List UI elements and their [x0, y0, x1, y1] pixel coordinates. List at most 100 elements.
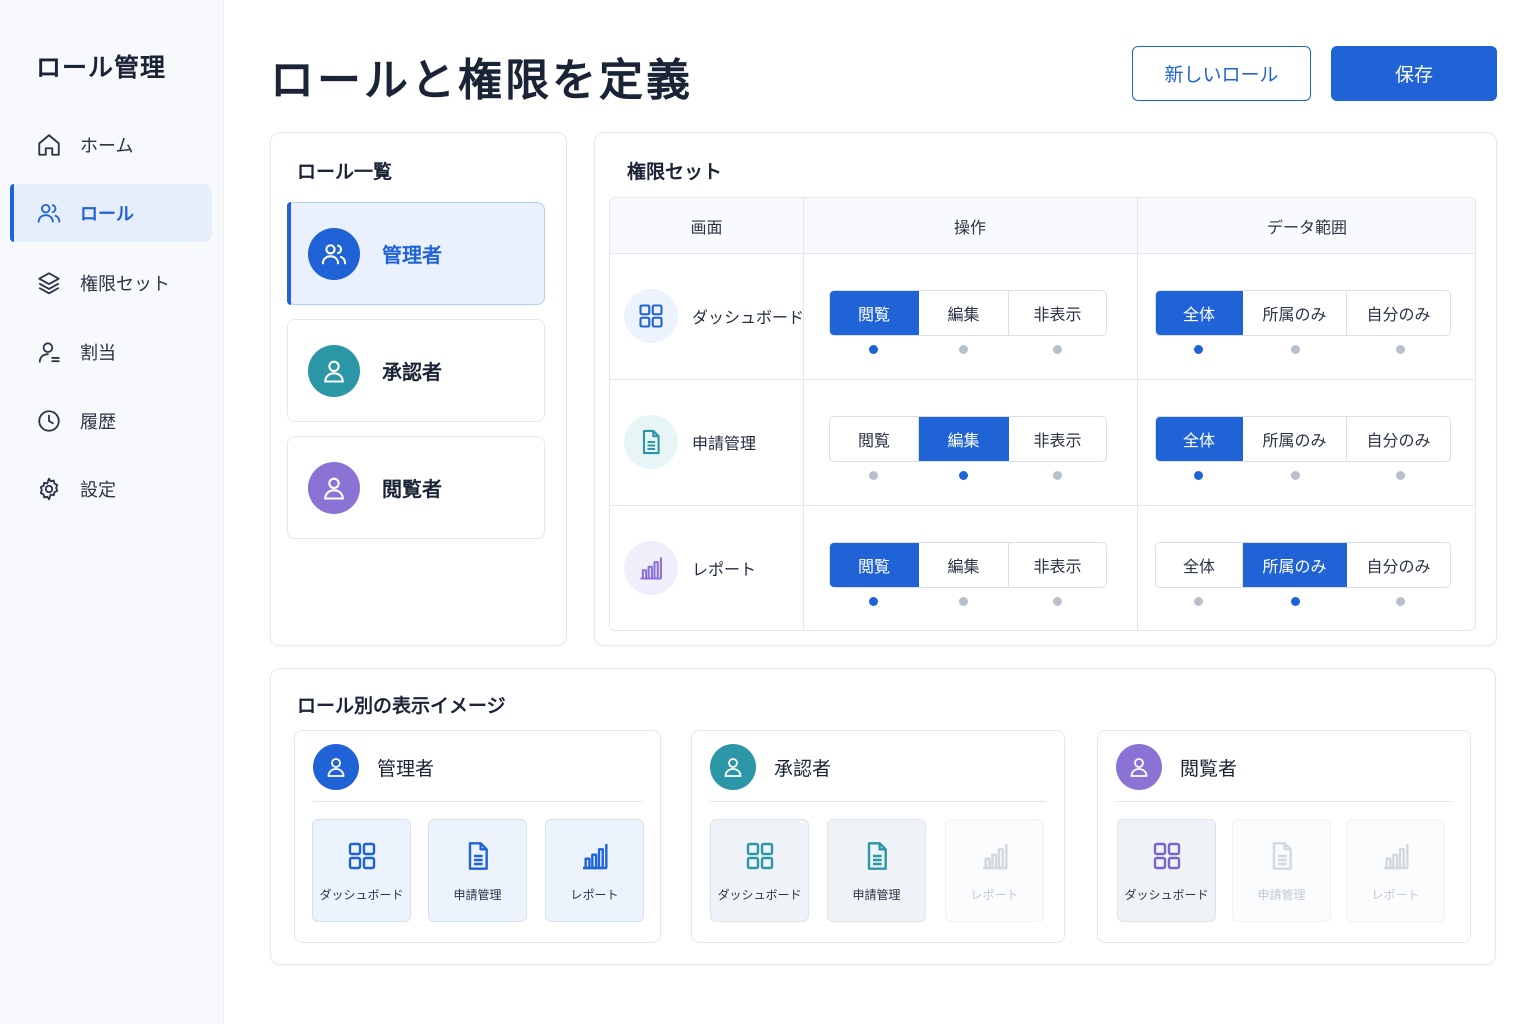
option-all[interactable]: 全体 [1156, 417, 1243, 461]
option-hide[interactable]: 非表示 [1009, 291, 1106, 335]
selection-dot [869, 345, 878, 354]
selection-dot [1396, 597, 1405, 606]
option-department-only[interactable]: 所属のみ [1243, 417, 1347, 461]
screen-name: ダッシュボード [692, 308, 805, 327]
users-icon [37, 203, 61, 223]
avatar [710, 744, 756, 790]
screen-icon-bg [624, 541, 678, 595]
option-view[interactable]: 閲覧 [830, 417, 919, 461]
screen-name: レポート [692, 560, 757, 579]
sidebar-item-label: 履歴 [80, 412, 116, 433]
selection-dot [1194, 597, 1203, 606]
sidebar-item-home[interactable]: ホーム [10, 116, 212, 174]
sidebar-item-label: 割当 [80, 343, 116, 364]
app-title: ロール管理 [36, 53, 167, 82]
preview-card-header: 閲覧者 [1116, 744, 1237, 790]
tile-label: ダッシュボード [717, 888, 802, 902]
user-icon [327, 758, 345, 777]
option-self-only[interactable]: 自分のみ [1347, 291, 1450, 335]
new-role-button[interactable]: 新しいロール [1132, 46, 1311, 101]
avatar [308, 344, 360, 397]
selection-dot [1396, 471, 1405, 480]
selection-dot [1053, 345, 1062, 354]
screen-icon-bg [624, 289, 678, 343]
preview-tile-dashboard[interactable]: ダッシュボード [1117, 819, 1216, 922]
divider [313, 801, 642, 802]
sidebar-item-label: ロール [80, 204, 134, 225]
role-list-title: ロール一覧 [297, 161, 393, 183]
preview-tile-report[interactable]: レポート [545, 819, 644, 922]
role-preview-panel: ロール別の表示イメージ 管理者 ダッシュボード 申請管理 レポート 承認者 ダッ… [270, 668, 1496, 965]
option-hide[interactable]: 非表示 [1009, 543, 1106, 587]
user-icon [324, 360, 344, 383]
tile-label: レポート [570, 888, 619, 902]
dashboard-grid-icon [639, 304, 663, 328]
option-department-only[interactable]: 所属のみ [1243, 543, 1347, 587]
option-edit[interactable]: 編集 [919, 417, 1009, 461]
selection-dot [1291, 597, 1300, 606]
users-icon [321, 243, 347, 264]
home-icon [38, 134, 60, 156]
sidebar-item-settings[interactable]: 設定 [10, 460, 212, 518]
tile-label: 申請管理 [1257, 888, 1306, 902]
page-title: ロールと権限を定義 [270, 55, 693, 106]
save-button[interactable]: 保存 [1331, 46, 1497, 101]
preview-tile-dashboard[interactable]: ダッシュボード [312, 819, 411, 922]
document-icon [867, 842, 887, 870]
preview-tile-applications-disabled: 申請管理 [1232, 819, 1331, 922]
sidebar-item-roles[interactable]: ロール [10, 184, 212, 242]
option-self-only[interactable]: 自分のみ [1347, 417, 1450, 461]
sidebar-item-history[interactable]: 履歴 [10, 392, 212, 450]
selection-dot [1291, 471, 1300, 480]
sidebar-item-permission-sets[interactable]: 権限セット [10, 254, 212, 312]
selection-dot [1396, 345, 1405, 354]
preview-tile-applications[interactable]: 申請管理 [827, 819, 926, 922]
preview-role-name: 閲覧者 [1180, 757, 1238, 780]
preview-tile-report-disabled: レポート [945, 819, 1044, 922]
bar-chart-icon [982, 844, 1008, 870]
preview-tile-dashboard[interactable]: ダッシュボード [710, 819, 809, 922]
layers-icon [38, 272, 60, 295]
preview-tile-applications[interactable]: 申請管理 [428, 819, 527, 922]
table-header: 画面 操作 データ範囲 [610, 198, 1475, 254]
selection-dot [1053, 597, 1062, 606]
operation-segmented-control: 閲覧 編集 非表示 [829, 416, 1107, 462]
option-hide[interactable]: 非表示 [1009, 417, 1106, 461]
selection-dot [1194, 345, 1203, 354]
role-name: 管理者 [382, 243, 442, 267]
option-view[interactable]: 閲覧 [830, 291, 919, 335]
column-divider [803, 198, 804, 630]
option-all[interactable]: 全体 [1156, 543, 1243, 587]
role-card-viewer[interactable]: 閲覧者 [287, 436, 545, 539]
gear-icon [39, 477, 59, 501]
screen-cell: レポート [624, 541, 756, 595]
role-list-panel: ロール一覧 管理者 承認者 閲覧者 [270, 132, 567, 646]
selection-dot [1053, 471, 1062, 480]
document-icon [642, 429, 660, 455]
sidebar-item-assignment[interactable]: 割当 [10, 323, 212, 381]
selection-dot [869, 471, 878, 480]
role-card-approver[interactable]: 承認者 [287, 319, 545, 422]
avatar [1116, 744, 1162, 790]
role-card-admin[interactable]: 管理者 [287, 202, 545, 305]
preview-role-name: 承認者 [774, 757, 832, 780]
tile-label: ダッシュボード [1124, 888, 1209, 902]
selection-dot [1291, 345, 1300, 354]
option-view[interactable]: 閲覧 [830, 543, 919, 587]
option-self-only[interactable]: 自分のみ [1347, 543, 1450, 587]
preview-role-name: 管理者 [377, 757, 435, 780]
option-department-only[interactable]: 所属のみ [1243, 291, 1347, 335]
sidebar-item-label: ホーム [80, 136, 134, 157]
column-divider [1137, 198, 1138, 630]
avatar [308, 461, 360, 514]
role-preview-title: ロール別の表示イメージ [297, 695, 506, 717]
preview-card-header: 承認者 [710, 744, 831, 790]
document-icon [468, 842, 488, 870]
tile-label: 申請管理 [453, 888, 502, 902]
option-all[interactable]: 全体 [1156, 291, 1243, 335]
option-edit[interactable]: 編集 [919, 543, 1009, 587]
preview-card-approver: 承認者 ダッシュボード 申請管理 レポート [691, 730, 1065, 943]
permission-set-panel: 権限セット 画面 操作 データ範囲 ダッシュボード 閲覧 編集 非表示 全体 所… [594, 132, 1497, 646]
option-edit[interactable]: 編集 [919, 291, 1009, 335]
column-header-scope: データ範囲 [1266, 218, 1347, 237]
